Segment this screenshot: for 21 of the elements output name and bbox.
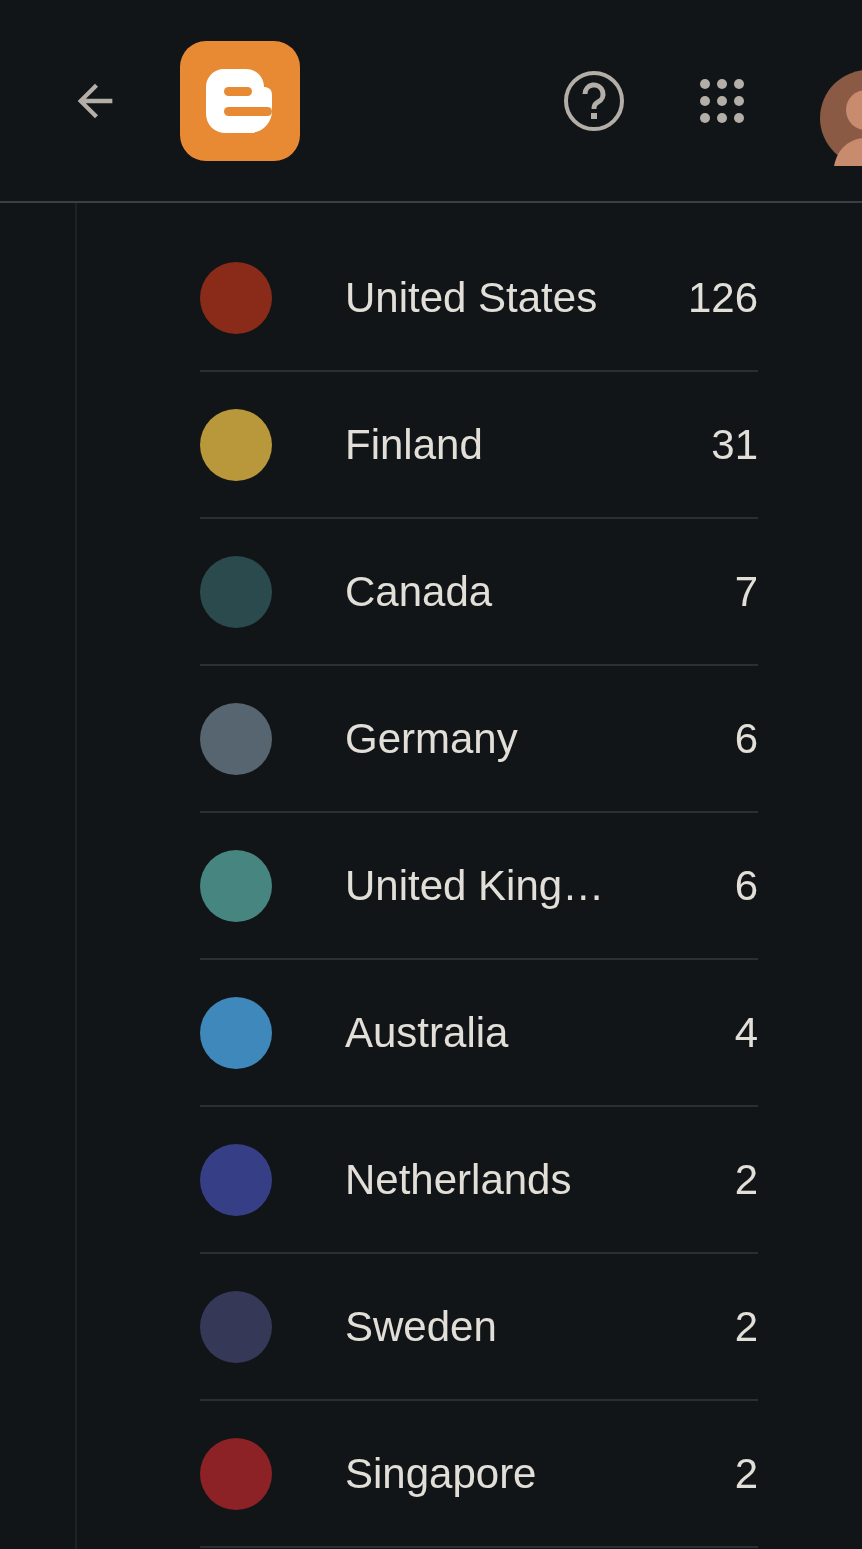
visit-count: 126 [687,273,758,323]
country-name: Singapore [345,1449,537,1499]
visit-count: 6 [734,861,758,911]
avatar[interactable] [820,70,862,166]
visit-count: 2 [734,1155,758,1205]
visit-count: 6 [734,714,758,764]
visit-count: 2 [734,1449,758,1499]
country-name: Sweden [345,1302,497,1352]
help-button[interactable] [562,68,626,133]
country-name: Germany [345,714,518,764]
blogger-logo-icon[interactable] [180,40,300,161]
country-name: Finland [345,420,483,470]
visit-count: 31 [711,420,758,470]
country-name: United States [345,273,598,323]
country-name: United King… [345,861,605,911]
country-name: Netherlands [345,1155,572,1205]
visit-count: 7 [734,567,758,617]
visit-count: 4 [734,1008,758,1058]
country-name: Australia [345,1008,509,1058]
visit-count: 2 [734,1302,758,1352]
country-name: Canada [345,567,493,617]
